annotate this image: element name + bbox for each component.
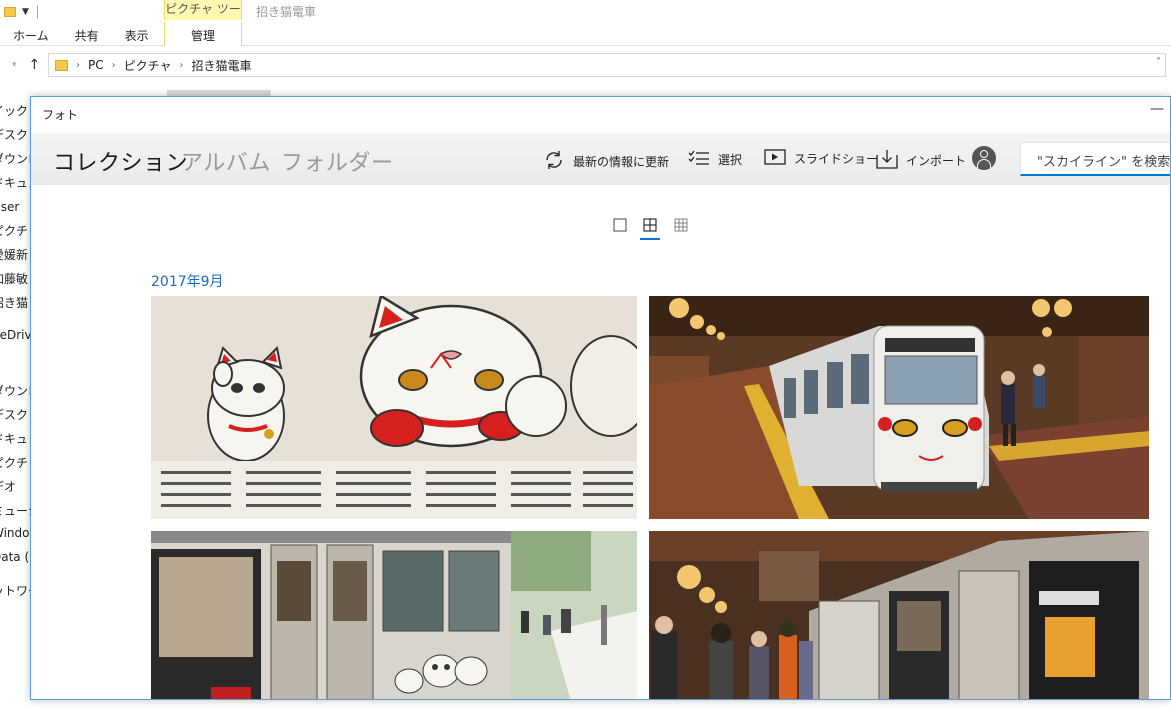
picture-tools-tab-group: ピクチャ ツール	[164, 0, 242, 35]
breadcrumb-folder[interactable]: 招き猫電車	[192, 57, 252, 74]
cat-face-tram-image	[649, 296, 1149, 519]
nav-item[interactable]: デスクト	[0, 406, 34, 423]
chevron-right-icon[interactable]: ›	[76, 60, 80, 71]
navigation-bar: ▾ ↑ › PC › ピクチャ › 招き猫電車 ˅	[0, 52, 1171, 78]
tab-album[interactable]: アルバム	[181, 145, 271, 177]
photo-thumbnail[interactable]	[649, 296, 1149, 519]
app-title: フォト	[42, 108, 79, 122]
slideshow-label: スライドショー	[794, 152, 879, 166]
single-view-icon[interactable]	[610, 215, 630, 235]
photo-thumbnail[interactable]	[151, 531, 637, 699]
select-list-icon	[688, 149, 710, 170]
search-input[interactable]: "スカイライン" を検索し	[1020, 142, 1170, 176]
view-mode-toggles	[610, 213, 691, 240]
maneki-neko-mural-image	[151, 296, 637, 519]
breadcrumb-pc[interactable]: PC	[88, 58, 104, 72]
tab-collection[interactable]: コレクション	[53, 145, 188, 177]
nav-item[interactable]: 加藤敏	[0, 270, 28, 287]
nav-item[interactable]: ダウンロ	[0, 150, 34, 167]
nav-item[interactable]: イック ア	[0, 102, 34, 119]
nav-item[interactable]: ダウンロ	[0, 382, 34, 399]
nav-item[interactable]: デスクト	[0, 126, 34, 143]
small-grid-icon[interactable]	[671, 215, 691, 235]
address-bar[interactable]: › PC › ピクチャ › 招き猫電車 ˅	[48, 53, 1166, 77]
ribbon-tabs: ホーム 共有 表示 管理	[0, 22, 1171, 46]
photo-thumbnail[interactable]	[649, 531, 1149, 699]
date-group-heading: 2017年9月	[151, 274, 224, 290]
tab-share[interactable]: 共有	[62, 22, 112, 45]
nav-item[interactable]: ドキュメ	[0, 174, 34, 191]
folder-icon	[4, 7, 16, 17]
import-icon	[876, 149, 898, 172]
person-icon	[980, 150, 988, 158]
refresh-label: 最新の情報に更新	[573, 155, 670, 169]
medium-grid-icon[interactable]	[640, 215, 660, 240]
minimize-button[interactable]: —	[1150, 101, 1164, 117]
slideshow-button[interactable]: スライドショー	[764, 149, 878, 168]
nav-item[interactable]: neDriv	[0, 328, 32, 342]
cat-tram-side-image	[151, 531, 637, 699]
chevron-down-icon[interactable]: ˅	[1156, 57, 1161, 68]
folder-icon	[55, 59, 68, 71]
person-icon-body	[977, 159, 991, 169]
nav-item[interactable]: User	[0, 200, 19, 214]
nav-item[interactable]: ミュージ	[0, 502, 34, 519]
tab-manage[interactable]: 管理	[164, 22, 242, 46]
slideshow-icon	[764, 149, 786, 168]
photos-header-bar: コレクション アルバム フォルダー 最新の情報に更新 選択 スライドショー イン…	[31, 133, 1170, 185]
nav-item[interactable]: 愛媛新	[0, 246, 28, 263]
navigation-pane: イック ア デスクト ダウンロ ドキュメ User ピクチャ 愛媛新 加藤敏 招…	[0, 96, 34, 696]
chevron-right-icon[interactable]: ›	[180, 60, 184, 71]
import-label: インポート	[906, 154, 967, 168]
window-title: 招き猫電車	[256, 5, 317, 19]
chevron-right-icon[interactable]: ›	[112, 60, 116, 71]
refresh-button[interactable]: 最新の情報に更新	[543, 149, 669, 174]
import-button[interactable]: インポート	[876, 149, 966, 172]
recent-locations-icon[interactable]: ▾	[12, 60, 17, 70]
up-arrow-icon[interactable]: ↑	[29, 57, 41, 73]
tab-home[interactable]: ホーム	[0, 22, 62, 45]
nav-item[interactable]: ピクチャ	[0, 454, 34, 471]
tab-folder[interactable]: フォルダー	[281, 145, 394, 177]
select-button[interactable]: 選択	[688, 149, 742, 170]
tab-view[interactable]: 表示	[112, 22, 162, 45]
nav-item[interactable]: 招き猫	[0, 294, 28, 311]
customize-toolbar-icon[interactable]: ▼	[22, 7, 29, 17]
account-avatar[interactable]	[972, 146, 996, 170]
divider	[36, 5, 38, 19]
photo-thumbnail[interactable]	[151, 296, 637, 519]
breadcrumb-pictures[interactable]: ピクチャ	[124, 57, 172, 74]
nav-item[interactable]: デオ	[0, 478, 16, 495]
photos-app-window: フォト — コレクション アルバム フォルダー 最新の情報に更新 選択 スライド…	[30, 96, 1171, 700]
nav-item[interactable]: ピクチャ	[0, 222, 34, 239]
nav-item[interactable]: Windo	[0, 526, 30, 540]
select-label: 選択	[718, 153, 743, 167]
nav-item[interactable]: ドキュメ	[0, 430, 34, 447]
refresh-icon	[543, 149, 565, 174]
nav-item[interactable]: Data (D	[0, 550, 34, 564]
tram-platform-crowd-image	[649, 531, 1149, 699]
nav-item[interactable]: ットワー	[0, 582, 34, 599]
